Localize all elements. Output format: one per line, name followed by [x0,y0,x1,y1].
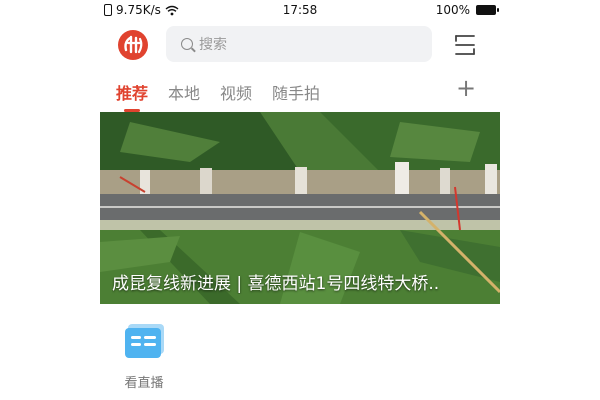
tab-recommended[interactable]: 推荐 [114,80,150,112]
shortcut-live[interactable]: 看直播 [116,322,172,391]
add-channel-button[interactable]: + [456,76,476,100]
status-bar: 9.75K/s 17:58 100% [0,0,600,22]
shortcut-label: 看直播 [124,376,164,391]
channel-tabs: 推荐 本地 视频 随手拍 [114,80,322,112]
app-logo[interactable] [118,30,148,60]
battery-icon [476,5,499,15]
logo-mark-icon [124,35,143,54]
menu-button[interactable] [452,32,478,58]
banner-title: 成昆复线新进展 | 喜德西站1号四线特大桥.. [112,274,440,294]
search-bar[interactable]: 搜索 [166,26,432,62]
tab-snapshot[interactable]: 随手拍 [270,80,322,104]
tab-video[interactable]: 视频 [218,80,254,104]
headline-banner[interactable]: 成昆复线新进展 | 喜德西站1号四线特大桥.. [100,112,500,304]
tab-local[interactable]: 本地 [166,80,202,104]
search-icon [181,38,193,50]
clock: 17:58 [282,3,318,17]
search-placeholder: 搜索 [199,37,227,53]
status-right: 100% [435,3,499,17]
live-card-icon [123,322,165,358]
menu-icon [455,35,475,55]
battery-percent: 100% [435,3,470,17]
